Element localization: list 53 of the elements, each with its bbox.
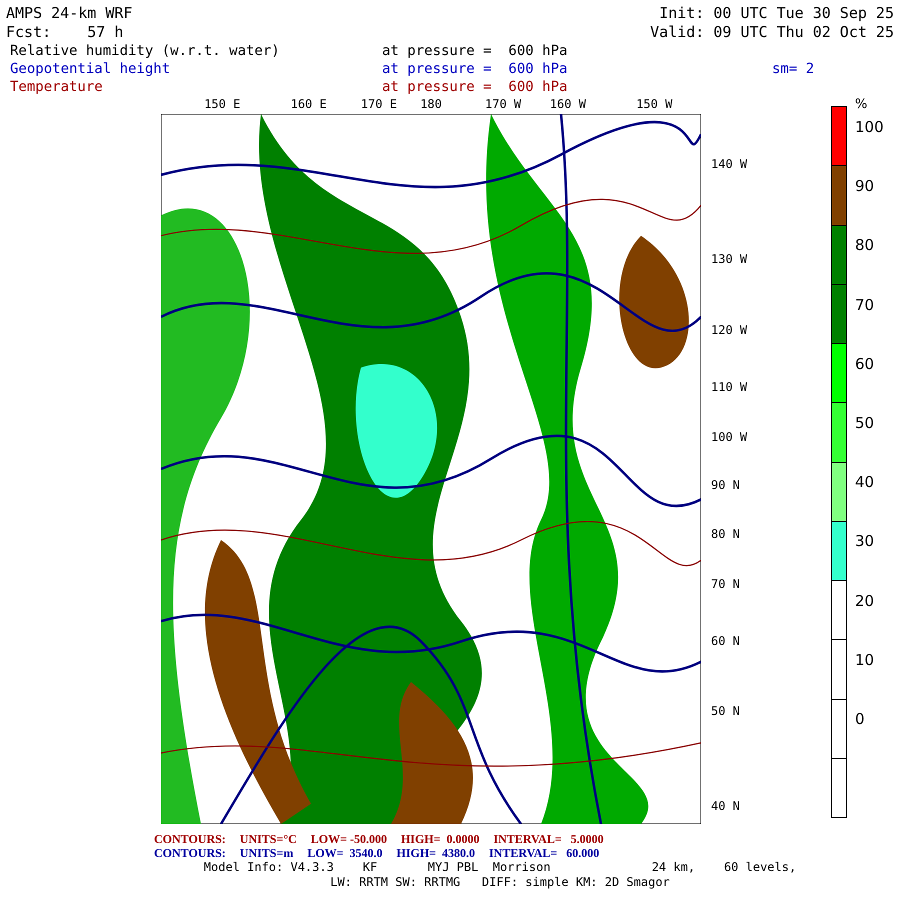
latitude-label: 50 N	[711, 704, 740, 718]
longitude-label: 150 E	[204, 97, 240, 111]
colorbar-label: 20	[855, 594, 876, 612]
contour-units: UNITS=m	[240, 846, 294, 860]
latitude-label: 40 N	[711, 798, 740, 813]
latitude-label: 130 W	[711, 252, 748, 266]
latitude-label: 80 N	[711, 527, 740, 542]
colorbar-label: 50	[855, 416, 876, 434]
field-name: Relative humidity (w.r.t. water)	[10, 42, 281, 60]
contour-interval: INTERVAL= 5.0000	[493, 832, 604, 846]
init-time: Init: 00 UTC Tue 30 Sep 25	[659, 4, 894, 23]
model-info-text: Model Info: V4.3.3 KF MYJ PBL Morrison 24 km, 60 levels,	[204, 860, 796, 874]
contour-low: LOW= 3540.0	[307, 846, 382, 860]
field-name: Temperature	[10, 78, 104, 96]
contour-interval: INTERVAL= 60.000	[489, 846, 600, 860]
latitude-label: 90 N	[711, 478, 740, 492]
pressure-level: at pressure = 600 hPa	[382, 78, 568, 96]
contour-low: LOW= -50.000	[310, 832, 387, 846]
colorbar-label: 80	[855, 238, 876, 256]
contour-units: UNITS=°C	[240, 832, 297, 846]
colorbar-label: 70	[855, 298, 876, 316]
pressure-level: at pressure = 600 hPa	[382, 60, 568, 78]
contour-label: CONTOURS:	[154, 832, 226, 846]
colorbar-label: 30	[855, 534, 876, 552]
longitude-label: 170 E	[360, 97, 397, 111]
latitude-label: 100 W	[711, 430, 748, 444]
latitude-label: 140 W	[711, 156, 748, 171]
forecast-hour: Fcst: 57 h	[6, 23, 124, 42]
contour-label: CONTOURS:	[154, 846, 226, 860]
colorbar-label: 100	[855, 120, 884, 138]
latitude-label: 70 N	[711, 577, 740, 592]
unit-label: %	[855, 98, 868, 114]
colorbar-label: 0	[855, 712, 866, 730]
valid-time: Valid: 09 UTC Thu 02 Oct 25	[650, 23, 894, 42]
longitude-label: 160 E	[290, 97, 327, 111]
colorbar-label: 10	[855, 652, 876, 671]
colorbar-label: 90	[855, 179, 876, 198]
contour-high: HIGH= 0.0000	[400, 832, 480, 846]
latitude-label: 60 N	[711, 634, 740, 648]
contour-high: HIGH= 4380.0	[396, 846, 476, 860]
latitude-label: 120 W	[711, 322, 748, 337]
colorbar-label: 60	[855, 356, 876, 375]
longitude-label: 150 W	[636, 97, 672, 111]
longitude-label: 160 W	[550, 97, 586, 111]
colorbar-label: 40	[855, 475, 876, 494]
model-info-text: LW: RRTM SW: RRTMG DIFF: simple KM: 2D Smagor	[330, 875, 670, 889]
pressure-level: at pressure = 600 hPa	[382, 42, 568, 60]
model-title: AMPS 24-km WRF	[6, 4, 132, 23]
longitude-label: 180	[420, 97, 442, 111]
smoothing-label: sm= 2	[772, 60, 814, 78]
longitude-label: 170 W	[485, 97, 522, 111]
field-name: Geopotential height	[10, 60, 172, 78]
latitude-label: 110 W	[711, 380, 748, 394]
